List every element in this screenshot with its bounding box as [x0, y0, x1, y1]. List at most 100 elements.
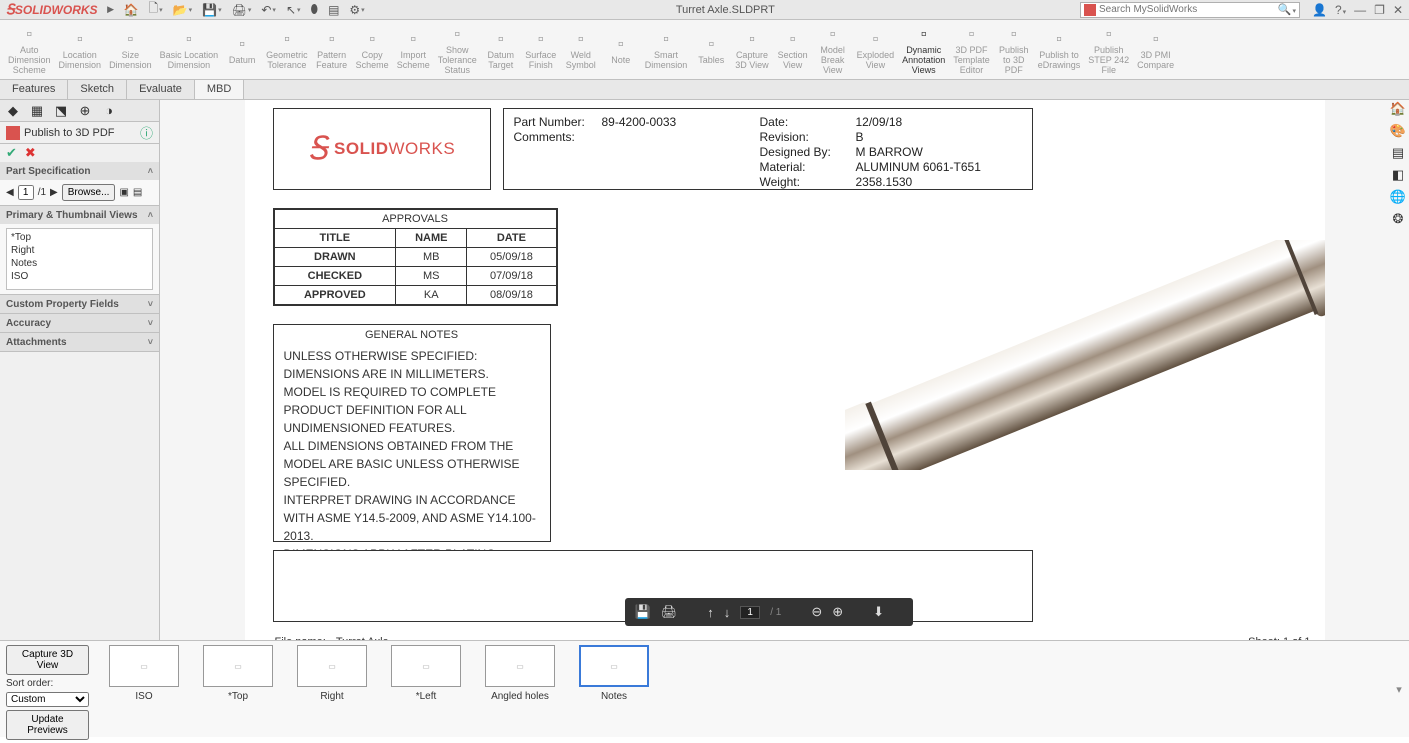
ribbon-datum-tgt[interactable]: ▫Datum Target — [481, 22, 521, 79]
ribbon-pdf-ed[interactable]: ▫3D PDF Template Editor — [949, 22, 994, 79]
pdf-print-icon[interactable]: 🖨 — [661, 604, 678, 620]
ribbon-pub-step[interactable]: ▫Publish STEP 242 File — [1084, 22, 1133, 79]
ribbon-auto-dim[interactable]: ▫Auto Dimension Scheme — [4, 22, 55, 79]
spec-page-input[interactable] — [18, 185, 34, 200]
search-input[interactable] — [1099, 4, 1278, 15]
print-icon[interactable]: 🖨▾ — [232, 3, 252, 17]
browse-button[interactable]: Browse... — [62, 184, 116, 201]
tab-features[interactable]: Features — [0, 80, 68, 99]
pdf-save-icon[interactable]: 💾 — [635, 604, 651, 620]
ribbon-dyn-ann[interactable]: ▫Dynamic Annotation Views — [898, 22, 949, 79]
ribbon-pmi-cmp[interactable]: ▫3D PMI Compare — [1133, 22, 1178, 79]
spec-extra-2-icon[interactable]: ▤ — [133, 187, 142, 198]
section-attachments[interactable]: Attachments˅ — [0, 333, 159, 351]
search-bar[interactable]: 🔍▾ — [1080, 2, 1300, 18]
ribbon-copy-scheme[interactable]: ▫Copy Scheme — [352, 22, 393, 79]
options-icon[interactable]: ⚙▾ — [349, 3, 364, 17]
ribbon-weld[interactable]: ▫Weld Symbol — [561, 22, 601, 79]
ribbon-model-break[interactable]: ▫Model Break View — [813, 22, 853, 79]
new-doc-icon[interactable]: 🗋▾ — [149, 0, 163, 20]
ribbon-sect-view[interactable]: ▫Section View — [773, 22, 813, 79]
pm-tool-5[interactable]: ◑ — [100, 102, 118, 120]
pdf-page-up-icon[interactable]: ↑ — [707, 605, 714, 620]
ribbon-import-scheme[interactable]: ▫Import Scheme — [393, 22, 434, 79]
view-list-item[interactable]: ISO — [9, 270, 150, 283]
ribbon-exploded[interactable]: ▫Exploded View — [853, 22, 899, 79]
thumb--left[interactable]: ▭*Left — [387, 645, 465, 702]
search-icon[interactable]: 🔍▾ — [1278, 3, 1296, 16]
thumb--top[interactable]: ▭*Top — [199, 645, 277, 702]
pm-tool-3[interactable]: ⬔ — [52, 102, 70, 120]
pm-tool-1[interactable]: ◆ — [4, 102, 22, 120]
pm-tool-2[interactable]: ▦ — [28, 102, 46, 120]
rb-properties-icon[interactable]: ▤ — [1389, 144, 1407, 162]
rebuild-icon[interactable]: ⬮ — [311, 2, 319, 17]
close-icon[interactable]: ✕ — [1393, 3, 1403, 17]
menu-expand-icon[interactable]: ▶ — [104, 4, 118, 15]
pdf-zoom-in-icon[interactable]: ⊕ — [832, 604, 843, 620]
pm-tool-4[interactable]: ⊕ — [76, 102, 94, 120]
undo-icon[interactable]: ↶▾ — [261, 3, 276, 17]
ribbon-pat-feat[interactable]: ▫Pattern Feature — [312, 22, 352, 79]
pdf-acrobat-icon[interactable]: ⬇ — [873, 604, 884, 620]
ribbon-cap-3d[interactable]: ▫Capture 3D View — [731, 22, 772, 79]
ds-logo-icon: Ꭶ — [308, 130, 328, 168]
ribbon-basic-loc[interactable]: ▫Basic Location Dimension — [156, 22, 223, 79]
ok-icon[interactable]: ✔ — [6, 145, 17, 161]
ribbon-show-tol[interactable]: ▫Show Tolerance Status — [434, 22, 481, 79]
thumb-notes[interactable]: ▭Notes — [575, 645, 653, 702]
cancel-icon[interactable]: ✖ — [25, 145, 36, 161]
views-list[interactable]: *TopRightNotesISO — [6, 228, 153, 290]
spec-extra-1-icon[interactable]: ▣ — [119, 187, 128, 198]
sort-select[interactable]: Custom — [6, 692, 89, 707]
restore-icon[interactable]: ❐ — [1374, 3, 1385, 17]
tab-sketch[interactable]: Sketch — [68, 80, 127, 99]
rb-appearance-icon[interactable]: 🎨 — [1389, 122, 1407, 140]
ribbon-pub-pdf[interactable]: ▫Publish to 3D PDF — [994, 22, 1034, 79]
section-custom-property-fields[interactable]: Custom Property Fields˅ — [0, 295, 159, 313]
select-icon[interactable]: ↖▾ — [286, 3, 301, 17]
pdf-page-down-icon[interactable]: ↓ — [724, 605, 731, 620]
view-list-item[interactable]: *Top — [9, 231, 150, 244]
thumb-preview: ▭ — [579, 645, 649, 687]
section-views[interactable]: Primary & Thumbnail Views ˄ — [0, 206, 159, 224]
ribbon-surf-fin[interactable]: ▫Surface Finish — [521, 22, 561, 79]
ribbon-loc-dim[interactable]: ▫Location Dimension — [55, 22, 106, 79]
ribbon-geo-tol[interactable]: ▫Geometric Tolerance — [262, 22, 312, 79]
tab-evaluate[interactable]: Evaluate — [127, 80, 195, 99]
info-icon[interactable]: ⓘ — [140, 123, 153, 142]
section-part-spec[interactable]: Part Specification ˄ — [0, 162, 159, 180]
ribbon-size-dim[interactable]: ▫Size Dimension — [105, 22, 156, 79]
spec-next-icon[interactable]: ▶ — [50, 187, 58, 198]
doc-props-icon[interactable]: ▤ — [328, 3, 339, 17]
tab-mbd[interactable]: MBD — [195, 80, 244, 99]
home-icon[interactable]: 🏠 — [124, 3, 139, 17]
ribbon-pub-edraw[interactable]: ▫Publish to eDrawings — [1034, 22, 1085, 79]
help-icon[interactable]: ?▾ — [1335, 3, 1346, 17]
ribbon-tables[interactable]: ▫Tables — [691, 22, 731, 79]
views-scroll-right-icon[interactable]: ▾ — [1389, 641, 1409, 737]
rb-display-icon[interactable]: ◧ — [1389, 166, 1407, 184]
update-previews-button[interactable]: Update Previews — [6, 710, 89, 740]
open-icon[interactable]: 📂▾ — [173, 3, 192, 17]
view-list-item[interactable]: Notes — [9, 257, 150, 270]
rb-forum-icon[interactable]: 🌐 — [1389, 188, 1407, 206]
save-icon[interactable]: 💾▾ — [202, 3, 221, 17]
rb-search-icon[interactable]: ❂ — [1389, 210, 1407, 228]
pdf-page-input[interactable] — [740, 606, 760, 619]
spec-prev-icon[interactable]: ◀ — [6, 187, 14, 198]
model-3d-view[interactable] — [845, 240, 1325, 470]
thumb-iso[interactable]: ▭ISO — [105, 645, 183, 702]
user-icon[interactable]: 👤 — [1312, 3, 1327, 17]
ribbon-note[interactable]: ▫Note — [601, 22, 641, 79]
ribbon-datum[interactable]: ▫Datum — [222, 22, 262, 79]
view-list-item[interactable]: Right — [9, 244, 150, 257]
thumb-angled-holes[interactable]: ▭Angled holes — [481, 645, 559, 702]
rb-home-icon[interactable]: 🏠 — [1389, 100, 1407, 118]
thumb-right[interactable]: ▭Right — [293, 645, 371, 702]
capture-3d-button[interactable]: Capture 3D View — [6, 645, 89, 675]
pdf-zoom-out-icon[interactable]: ⊖ — [811, 604, 822, 620]
section-accuracy[interactable]: Accuracy˅ — [0, 314, 159, 332]
ribbon-smart-dim[interactable]: ▫Smart Dimension — [641, 22, 692, 79]
minimize-icon[interactable]: — — [1354, 3, 1366, 17]
